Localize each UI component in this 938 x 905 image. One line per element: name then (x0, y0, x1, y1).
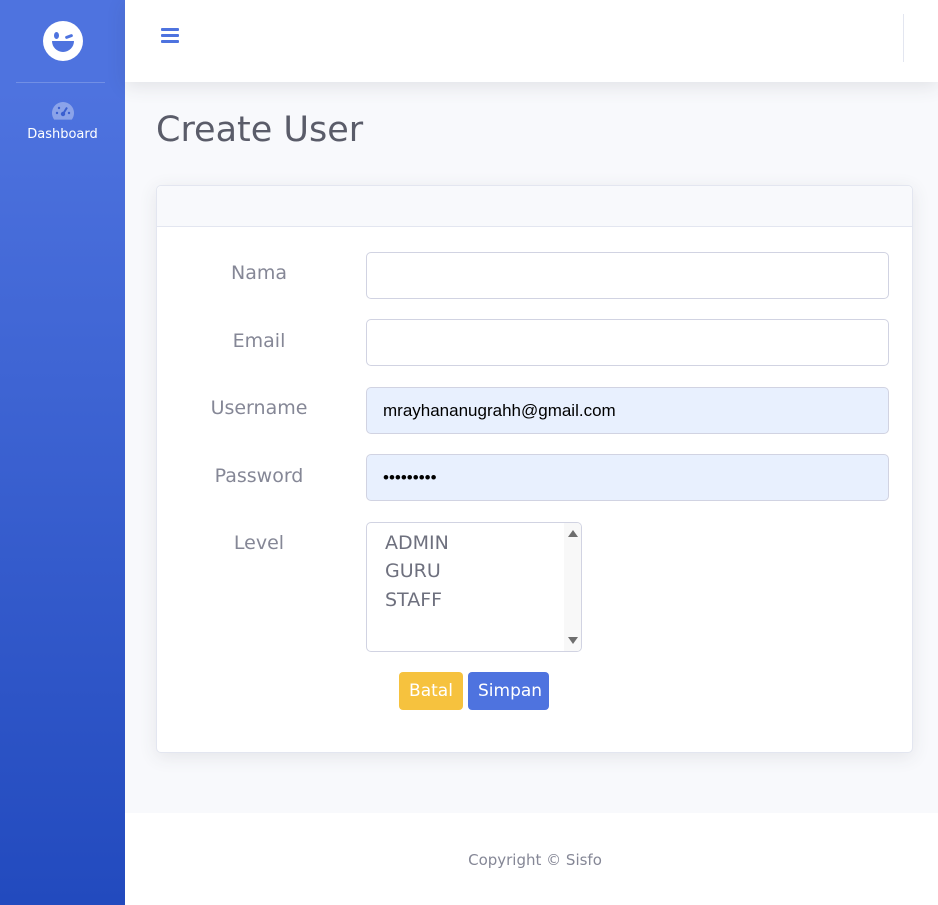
footer: Copyright © Sisfo (125, 813, 938, 905)
winking-face-icon (42, 21, 83, 61)
email-label: Email (232, 330, 286, 352)
level-select[interactable]: ADMIN GURU STAFF (366, 522, 582, 652)
tachometer-icon (51, 102, 74, 120)
nama-field[interactable] (366, 252, 889, 299)
username-field[interactable] (366, 387, 889, 434)
username-label: Username (210, 397, 308, 419)
scroll-up-arrow-icon[interactable] (568, 530, 578, 537)
scroll-down-arrow-icon[interactable] (568, 637, 578, 644)
level-option-admin[interactable]: ADMIN (385, 532, 449, 554)
level-option-guru[interactable]: GURU (385, 560, 441, 582)
password-label: Password (214, 465, 304, 487)
password-field[interactable] (366, 454, 889, 501)
nama-label: Nama (230, 262, 287, 284)
topbar-divider (903, 14, 904, 62)
create-user-card: Nama Email Username Password Level ADMIN… (156, 185, 913, 753)
sidebar-item-dashboard[interactable]: Dashboard (0, 96, 125, 142)
level-label: Level (233, 532, 285, 554)
card-header (157, 186, 912, 227)
cancel-button[interactable]: Batal (399, 672, 463, 710)
level-scrollbar[interactable] (564, 523, 581, 651)
topbar (125, 0, 938, 82)
level-option-staff[interactable]: STAFF (385, 589, 442, 611)
save-button[interactable]: Simpan (468, 672, 549, 710)
sidebar-item-label: Dashboard (27, 127, 98, 142)
sidebar: Dashboard (0, 0, 125, 905)
sidebar-brand[interactable] (0, 0, 125, 82)
hamburger-icon[interactable] (161, 28, 179, 44)
copyright-text: Copyright © Sisfo (468, 851, 602, 869)
page-title: Create User (156, 110, 364, 150)
sidebar-divider (16, 82, 105, 83)
email-field[interactable] (366, 319, 889, 366)
